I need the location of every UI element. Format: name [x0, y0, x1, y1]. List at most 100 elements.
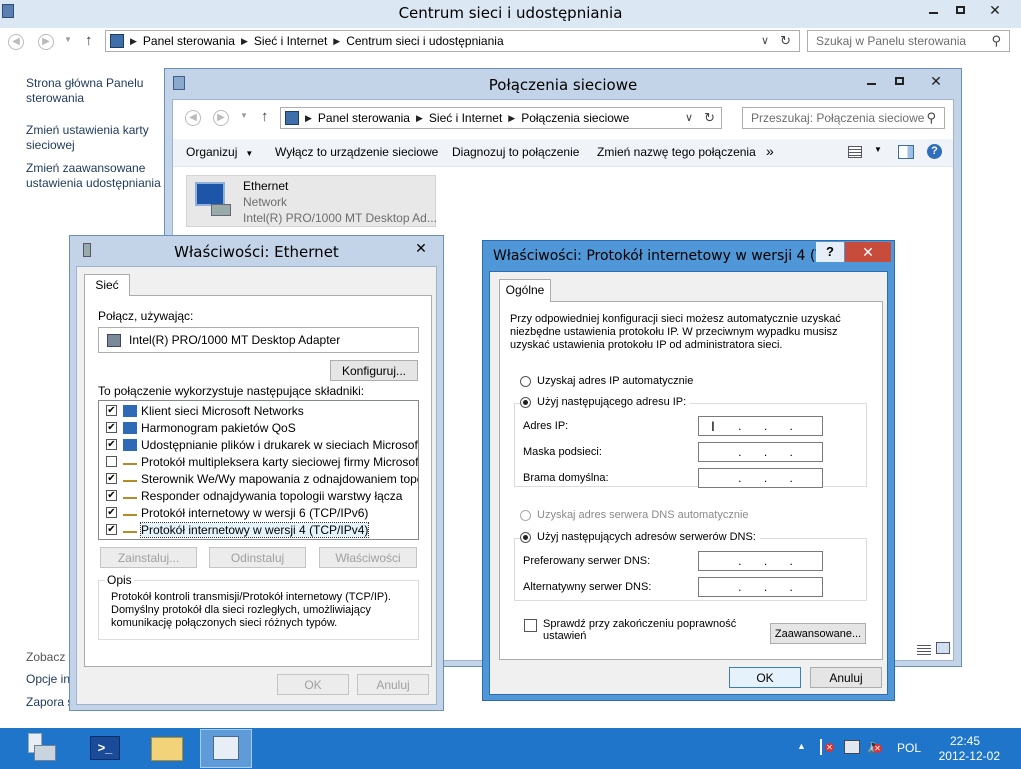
chevron-down-icon[interactable]: ∨	[685, 111, 693, 124]
large-icons-view-icon[interactable]	[936, 642, 950, 654]
connections-search-input[interactable]: Przeszukaj: Połączenia sieciowe ⚲	[742, 107, 945, 129]
preview-pane-icon[interactable]	[898, 145, 914, 159]
network-control-panel-taskbar-icon[interactable]	[200, 729, 252, 768]
main-search-input[interactable]: Szukaj w Panelu sterowania ⚲	[807, 30, 1010, 52]
forward-icon[interactable]: ▶	[38, 34, 54, 50]
component-row[interactable]: ✔ Sterownik We/Wy mapowania z odnajdowani…	[99, 470, 418, 487]
component-row[interactable]: ✔ Responder odnajdywania topologii warstw…	[99, 487, 418, 504]
breadcrumb-item[interactable]: Sieć i Internet	[429, 111, 502, 125]
component-checkbox[interactable]: ✔	[106, 524, 117, 535]
preferred-dns-field[interactable]: ...	[698, 551, 823, 571]
radio-manual-ip[interactable]: Użyj następującego adresu IP:	[520, 396, 691, 408]
ethernet-adapter-tile[interactable]: Ethernet Network Intel(R) PRO/1000 MT De…	[186, 175, 437, 227]
component-checkbox[interactable]: ✔	[106, 439, 117, 450]
breadcrumb-item[interactable]: Centrum sieci i udostępniania	[346, 34, 503, 48]
uninstall-button[interactable]: Odinstaluj	[209, 547, 306, 568]
install-button[interactable]: Zainstaluj...	[100, 547, 197, 568]
ok-button[interactable]: OK	[277, 674, 349, 695]
refresh-icon[interactable]: ↻	[704, 110, 715, 126]
advanced-button[interactable]: Zaawansowane...	[770, 623, 866, 644]
back-icon[interactable]: ◀	[185, 110, 201, 126]
component-row[interactable]: Protokół multipleksera karty sieciowej f…	[99, 453, 418, 470]
close-button[interactable]: ✕	[845, 242, 891, 262]
search-icon[interactable]: ⚲	[991, 33, 1001, 49]
clock[interactable]: 22:45 2012-12-02	[930, 734, 1000, 764]
subnet-mask-field[interactable]: ...	[698, 442, 823, 462]
diagnose-button[interactable]: Diagnozuj to połączenie	[452, 145, 579, 159]
ok-button[interactable]: OK	[729, 667, 801, 688]
radio-circle[interactable]	[520, 509, 531, 521]
recent-dropdown-icon[interactable]: ▼	[64, 35, 72, 44]
up-icon[interactable]: ↑	[261, 108, 269, 125]
powershell-icon[interactable]: >_	[90, 736, 120, 760]
volume-icon[interactable]: 🔈✕	[867, 738, 884, 755]
more-commands-button[interactable]: »	[766, 143, 774, 159]
alternate-dns-field[interactable]: ...	[698, 577, 823, 597]
network-tray-icon[interactable]	[844, 740, 860, 754]
link-advanced-sharing[interactable]: Zmień zaawansowane ustawienia udostępnia…	[26, 161, 166, 191]
close-button[interactable]: ✕	[917, 71, 955, 91]
restore-button[interactable]	[944, 0, 976, 20]
main-address-bar[interactable]: ▶ Panel sterowania ▶ Sieć i Internet ▶ Cent…	[105, 30, 800, 52]
radio-auto-ip[interactable]: Uzyskaj adres IP automatycznie	[520, 375, 693, 387]
details-view-icon[interactable]	[917, 643, 931, 655]
gateway-field[interactable]: ...	[698, 468, 823, 488]
breadcrumb-item[interactable]: Panel sterowania	[143, 34, 235, 48]
ip-address-field[interactable]: ...I	[698, 416, 823, 436]
recent-dropdown-icon[interactable]: ▼	[240, 111, 248, 120]
help-icon[interactable]: ?	[927, 144, 942, 159]
component-checkbox[interactable]: ✔	[106, 490, 117, 501]
component-checkbox[interactable]: ✔	[106, 405, 117, 416]
radio-circle[interactable]	[520, 531, 531, 543]
component-checkbox[interactable]: ✔	[106, 507, 117, 518]
properties-button[interactable]: Właściwości	[319, 547, 417, 568]
language-indicator[interactable]: POL	[897, 741, 921, 755]
radio-manual-dns[interactable]: Użyj następujących adresów serwerów DNS:	[520, 531, 760, 543]
component-row[interactable]: ✔ Harmonogram pakietów QoS	[99, 419, 418, 436]
component-row[interactable]: ✔ Klient sieci Microsoft Networks	[99, 402, 418, 419]
refresh-icon[interactable]: ↻	[780, 33, 791, 49]
server-manager-icon[interactable]	[26, 733, 58, 764]
breadcrumb-item[interactable]: Sieć i Internet	[254, 34, 327, 48]
close-button[interactable]: ✕	[406, 237, 436, 259]
link-change-adapter[interactable]: Zmień ustawienia karty sieciowej	[26, 123, 156, 153]
close-button[interactable]: ✕	[975, 0, 1015, 20]
chevron-down-icon[interactable]: ∨	[761, 34, 769, 47]
radio-auto-dns[interactable]: Uzyskaj adres serwera DNS automatycznie	[520, 509, 749, 521]
help-button[interactable]: ?	[816, 242, 844, 262]
show-hidden-icons[interactable]: ▲	[797, 741, 806, 751]
search-icon[interactable]: ⚲	[926, 110, 936, 126]
maximize-button[interactable]	[883, 71, 915, 91]
file-explorer-icon[interactable]	[151, 737, 183, 761]
disable-device-button[interactable]: Wyłącz to urządzenie sieciowe	[275, 145, 438, 159]
component-row[interactable]: ✔ Protokół internetowy w wersji 4 (TCP/IP…	[99, 521, 418, 538]
flag-icon[interactable]: ✕	[820, 739, 834, 755]
link-control-panel-home[interactable]: Strona główna Panelu sterowania	[26, 76, 156, 106]
component-row[interactable]: ✔ Udostępnianie plików i drukarek w sieci…	[99, 436, 418, 453]
connections-address-bar[interactable]: ▶ Panel sterowania ▶ Sieć i Internet ▶ Połą…	[280, 107, 722, 129]
cancel-button[interactable]: Anuluj	[357, 674, 429, 695]
component-row[interactable]: ✔ Protokół internetowy w wersji 6 (TCP/IP…	[99, 504, 418, 521]
radio-circle[interactable]	[520, 396, 531, 408]
link-internet-options[interactable]: Opcje in	[26, 672, 70, 687]
component-checkbox[interactable]: ✔	[106, 422, 117, 433]
checkbox-box[interactable]	[524, 619, 537, 632]
radio-circle[interactable]	[520, 375, 531, 387]
back-icon[interactable]: ◀	[8, 34, 24, 50]
organize-menu[interactable]: Organizuj ▼	[186, 145, 253, 159]
validate-checkbox[interactable]: Sprawdź przy zakończeniu poprawność usta…	[524, 618, 743, 642]
breadcrumb-item[interactable]: Połączenia sieciowe	[521, 111, 629, 125]
component-checkbox[interactable]	[106, 456, 117, 467]
component-checkbox[interactable]: ✔	[106, 473, 117, 484]
view-dropdown-icon[interactable]: ▼	[874, 145, 882, 154]
tab-network[interactable]: Sieć	[84, 274, 130, 296]
view-options-icon[interactable]	[848, 146, 862, 158]
rename-button[interactable]: Zmień nazwę tego połączenia	[597, 145, 756, 159]
cancel-button[interactable]: Anuluj	[810, 667, 882, 688]
forward-icon[interactable]: ▶	[213, 110, 229, 126]
configure-button[interactable]: Konfiguruj...	[330, 360, 418, 381]
up-icon[interactable]: ↑	[85, 32, 93, 49]
link-firewall[interactable]: Zapora s	[26, 695, 73, 710]
breadcrumb-item[interactable]: Panel sterowania	[318, 111, 410, 125]
tab-general[interactable]: Ogólne	[499, 279, 551, 302]
